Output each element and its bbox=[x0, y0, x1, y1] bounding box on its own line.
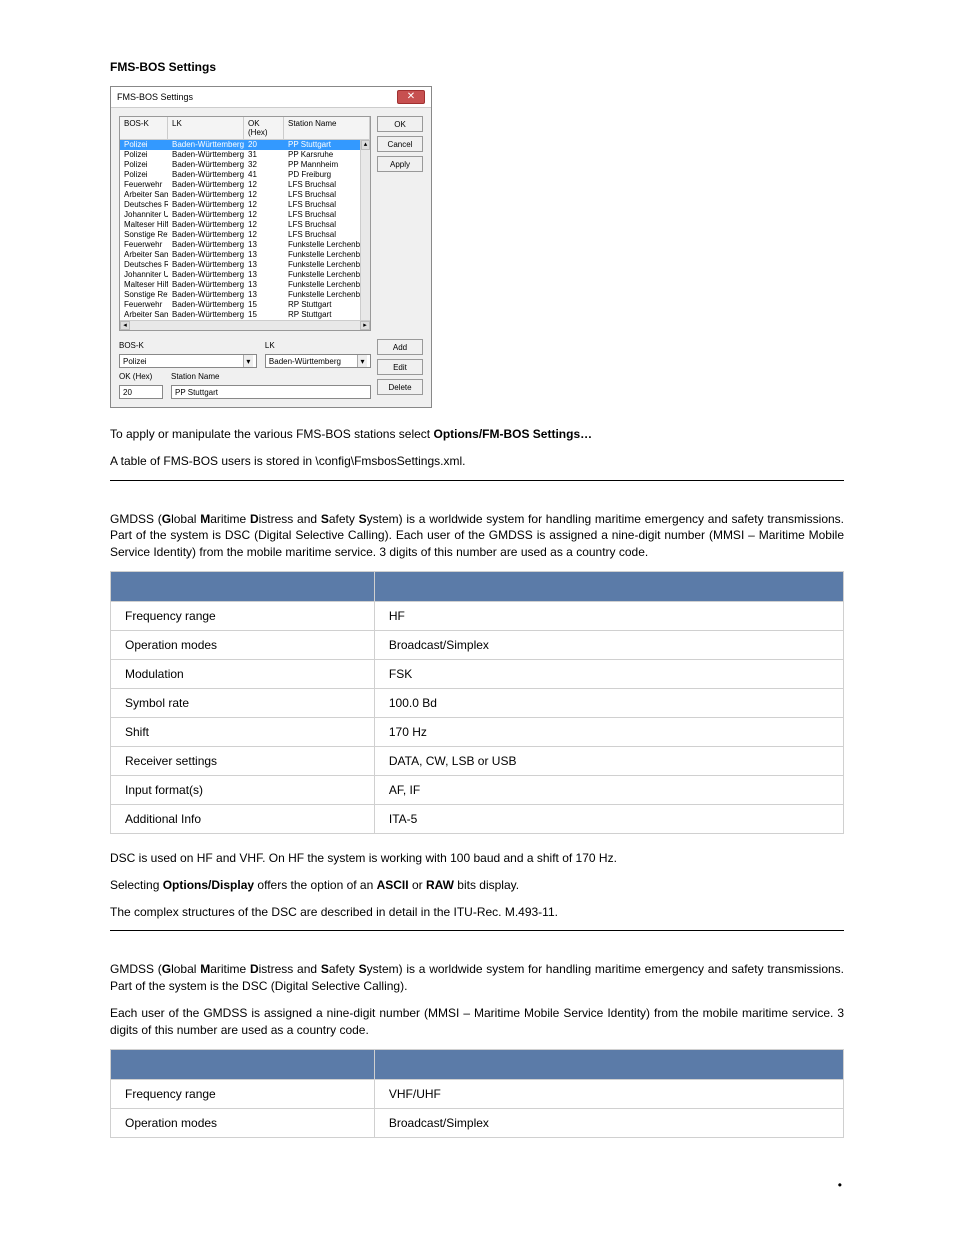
gmdss2-para2: Each user of the GMDSS is assigned a nin… bbox=[110, 1005, 844, 1039]
table-row[interactable]: FeuerwehrBaden-Württemberg15RP Stuttgart bbox=[120, 300, 370, 310]
table-row[interactable]: FeuerwehrBaden-Württemberg12LFS Bruchsal bbox=[120, 180, 370, 190]
table-row[interactable]: Malteser Hilfsdi...Baden-Württemberg12LF… bbox=[120, 220, 370, 230]
chevron-down-icon[interactable]: ▾ bbox=[243, 355, 253, 367]
table-row: Additional InfoITA-5 bbox=[111, 804, 844, 833]
table-row[interactable]: PolizeiBaden-Württemberg31PP Karsruhe bbox=[120, 150, 370, 160]
table-row: Frequency rangeVHF/UHF bbox=[111, 1079, 844, 1108]
table-row[interactable]: PolizeiBaden-Württemberg20PP Stuttgart bbox=[120, 140, 370, 150]
table-row[interactable]: Arbeiter Samari...Baden-Württemberg15RP … bbox=[120, 310, 370, 320]
okhex-input[interactable]: 20 bbox=[119, 385, 163, 399]
fms-bos-settings-dialog: FMS-BOS Settings ✕ BOS-K LK OK (Hex) Sta… bbox=[110, 86, 432, 408]
col-header-okhex[interactable]: OK (Hex) bbox=[244, 117, 284, 139]
table-row: Operation modesBroadcast/Simplex bbox=[111, 630, 844, 659]
cancel-button[interactable]: Cancel bbox=[377, 136, 423, 152]
chevron-down-icon[interactable]: ▾ bbox=[357, 355, 367, 367]
ok-button[interactable]: OK bbox=[377, 116, 423, 132]
apply-button[interactable]: Apply bbox=[377, 156, 423, 172]
spec-table-1: Frequency rangeHFOperation modesBroadcas… bbox=[110, 571, 844, 834]
table-row[interactable]: Johanniter Unf...Baden-Württemberg13Funk… bbox=[120, 270, 370, 280]
table-row: Input format(s)AF, IF bbox=[111, 775, 844, 804]
listview-header: BOS-K LK OK (Hex) Station Name bbox=[120, 117, 370, 140]
table-row[interactable]: Johanniter Unf...Baden-Württemberg12LFS … bbox=[120, 210, 370, 220]
itu-rec-para: The complex structures of the DSC are de… bbox=[110, 904, 844, 921]
para-apply: To apply or manipulate the various FMS-B… bbox=[110, 426, 844, 443]
col-header-name[interactable]: Station Name bbox=[284, 117, 370, 139]
table-row: Symbol rate100.0 Bd bbox=[111, 688, 844, 717]
scroll-left-icon[interactable]: ◂ bbox=[120, 321, 130, 330]
para-config-path: A table of FMS-BOS users is stored in \c… bbox=[110, 453, 844, 470]
station-name-label: Station Name bbox=[171, 370, 371, 383]
horizontal-scrollbar[interactable]: ◂ ▸ bbox=[120, 320, 370, 330]
col-header-lk[interactable]: LK bbox=[168, 117, 244, 139]
bosk-combo-value: Polizei bbox=[123, 357, 147, 366]
table-row[interactable]: PolizeiBaden-Württemberg32PP Mannheim bbox=[120, 160, 370, 170]
bosk-label: BOS-K bbox=[119, 339, 257, 352]
table-row: ModulationFSK bbox=[111, 659, 844, 688]
lk-combo-value: Baden-Württemberg bbox=[269, 357, 341, 366]
table-row[interactable]: Malteser Hilfsdi...Baden-Württemberg13Fu… bbox=[120, 280, 370, 290]
table-row[interactable]: PolizeiBaden-Württemberg41PD Freiburg bbox=[120, 170, 370, 180]
gmdss2-intro: GMDSS (Global Maritime Distress and Safe… bbox=[110, 961, 844, 995]
okhex-label: OK (Hex) bbox=[119, 370, 163, 383]
table-row[interactable]: Sonstige Rettu...Baden-Württemberg12LFS … bbox=[120, 230, 370, 240]
vertical-scrollbar[interactable]: ▴ bbox=[360, 140, 370, 320]
scroll-up-icon[interactable]: ▴ bbox=[361, 140, 370, 150]
table-row[interactable]: Deutsches Rot...Baden-Württemberg13Funks… bbox=[120, 260, 370, 270]
dsc-hf-para: DSC is used on HF and VHF. On HF the sys… bbox=[110, 850, 844, 867]
add-button[interactable]: Add bbox=[377, 339, 423, 355]
delete-button[interactable]: Delete bbox=[377, 379, 423, 395]
table-row: Shift170 Hz bbox=[111, 717, 844, 746]
station-listview[interactable]: BOS-K LK OK (Hex) Station Name PolizeiBa… bbox=[119, 116, 371, 331]
table-row[interactable]: Arbeiter Samari...Baden-Württemberg13Fun… bbox=[120, 250, 370, 260]
table-row[interactable]: Arbeiter Samari...Baden-Württemberg12LFS… bbox=[120, 190, 370, 200]
table-row: Receiver settingsDATA, CW, LSB or USB bbox=[111, 746, 844, 775]
options-display-para: Selecting Options/Display offers the opt… bbox=[110, 877, 844, 894]
lk-label: LK bbox=[265, 339, 371, 352]
table-row: Operation modesBroadcast/Simplex bbox=[111, 1108, 844, 1137]
lk-combo[interactable]: Baden-Württemberg ▾ bbox=[265, 354, 371, 368]
table-row[interactable]: FeuerwehrBaden-Württemberg13Funkstelle L… bbox=[120, 240, 370, 250]
scroll-right-icon[interactable]: ▸ bbox=[360, 321, 370, 330]
divider bbox=[110, 930, 844, 931]
section-heading: FMS-BOS Settings bbox=[110, 60, 844, 74]
col-header-bosk[interactable]: BOS-K bbox=[120, 117, 168, 139]
dialog-titlebar: FMS-BOS Settings ✕ bbox=[111, 87, 431, 108]
station-name-input[interactable]: PP Stuttgart bbox=[171, 385, 371, 399]
close-button[interactable]: ✕ bbox=[397, 90, 425, 104]
dialog-title: FMS-BOS Settings bbox=[117, 92, 193, 102]
edit-button[interactable]: Edit bbox=[377, 359, 423, 375]
spec-table-2: Frequency rangeVHF/UHFOperation modesBro… bbox=[110, 1049, 844, 1138]
table-row[interactable]: Sonstige Rettu...Baden-Württemberg13Funk… bbox=[120, 290, 370, 300]
bosk-combo[interactable]: Polizei ▾ bbox=[119, 354, 257, 368]
gmdss1-intro: GMDSS (Global Maritime Distress and Safe… bbox=[110, 511, 844, 561]
table-row: Frequency rangeHF bbox=[111, 601, 844, 630]
listview-body: PolizeiBaden-Württemberg20PP StuttgartPo… bbox=[120, 140, 370, 320]
table-row[interactable]: Deutsches Rot...Baden-Württemberg12LFS B… bbox=[120, 200, 370, 210]
page-footer: • bbox=[110, 1178, 844, 1192]
divider bbox=[110, 480, 844, 481]
